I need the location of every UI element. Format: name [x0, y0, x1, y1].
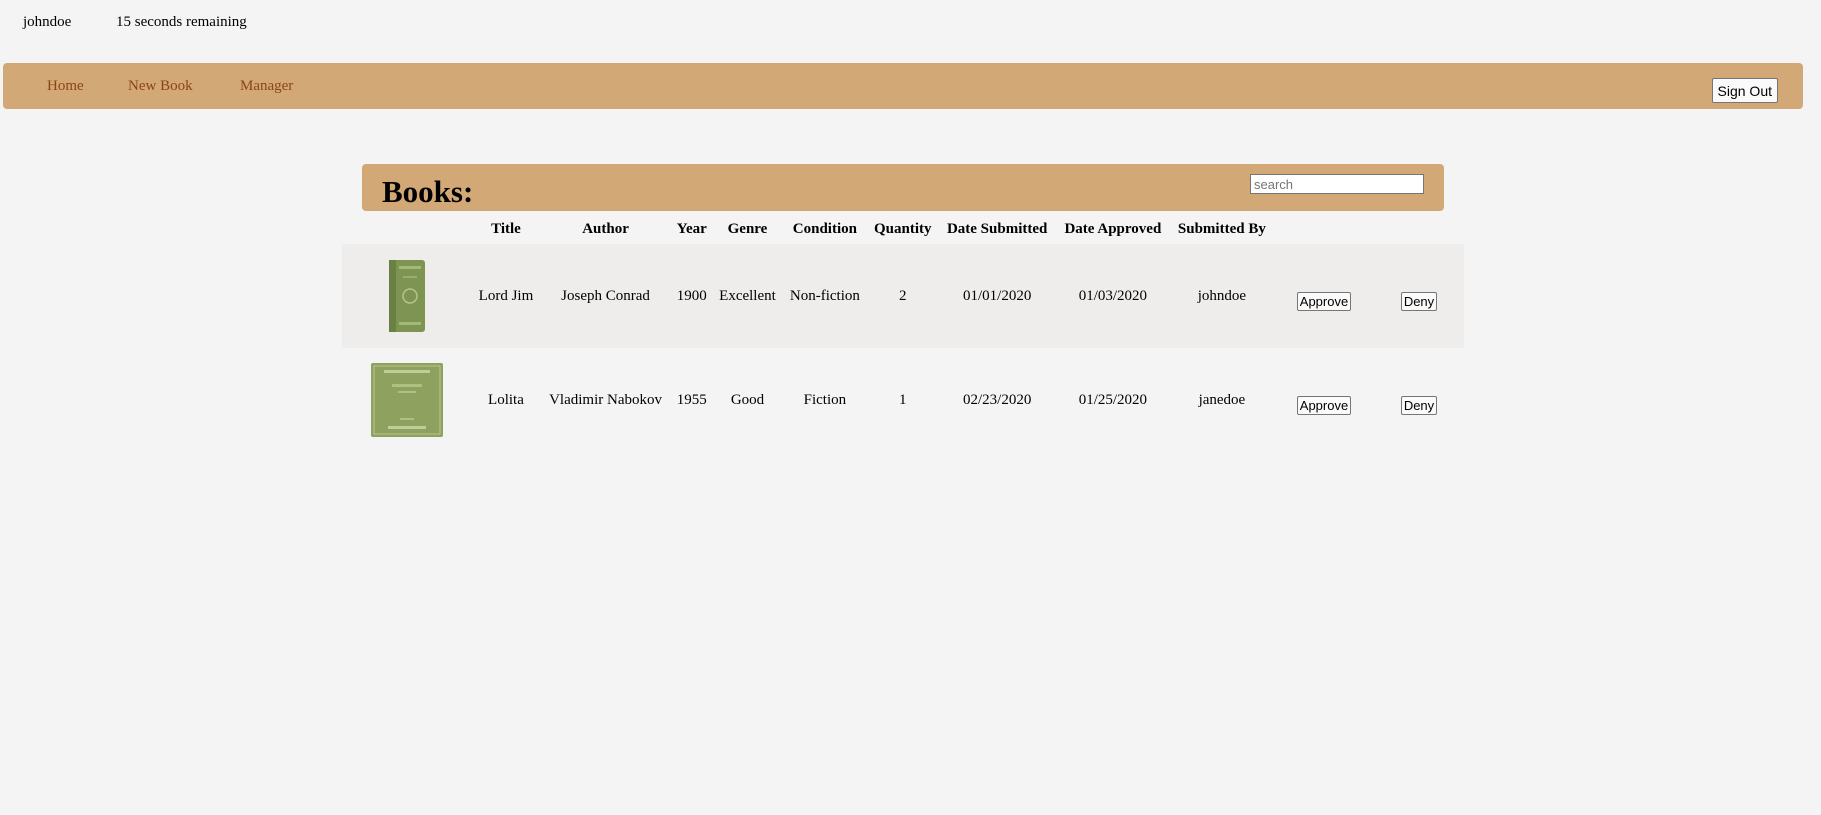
column-header-author: Author — [582, 220, 629, 237]
book-year: 1900 — [676, 287, 707, 304]
search-input[interactable] — [1250, 174, 1424, 194]
book-condition: Non-fiction — [789, 287, 860, 304]
approve-cell: Approve — [1274, 348, 1374, 452]
table-row: Lolita Vladimir Nabokov 1955 Good Fictio… — [342, 348, 1464, 452]
book-date-approved: 01/03/2020 — [1078, 287, 1148, 304]
column-header-quantity: Quantity — [874, 220, 932, 237]
book-author: Joseph Conrad — [561, 287, 650, 304]
approve-button[interactable]: Approve — [1296, 395, 1352, 415]
nav-home-link[interactable]: Home — [47, 78, 84, 95]
column-header-cover — [342, 214, 472, 244]
book-quantity: 2 — [899, 287, 907, 304]
book-title: Lolita — [488, 391, 524, 408]
column-header-condition: Condition — [792, 220, 857, 237]
table-header-row: Title Author Year Genre Condition Quanti… — [342, 214, 1464, 244]
column-header-year: Year — [676, 220, 707, 237]
book-cover-cell — [342, 244, 472, 348]
current-username: johndoe — [23, 14, 72, 30]
books-panel-header: Books: — [362, 164, 1444, 211]
nav-new-book-link[interactable]: New Book — [128, 78, 193, 95]
book-submitted-by: johndoe — [1197, 287, 1247, 304]
approve-button[interactable]: Approve — [1296, 291, 1352, 311]
approve-cell: Approve — [1274, 244, 1374, 348]
column-header-genre: Genre — [727, 220, 768, 237]
column-header-approve — [1274, 214, 1374, 244]
column-header-date-approved: Date Approved — [1064, 220, 1162, 237]
book-year: 1955 — [676, 391, 707, 408]
column-header-deny — [1374, 214, 1464, 244]
book-cover-image — [371, 363, 443, 437]
deny-button[interactable]: Deny — [1400, 291, 1438, 311]
column-header-title: Title — [491, 220, 521, 237]
book-title: Lord Jim — [478, 287, 534, 304]
books-title: Books: — [382, 174, 474, 209]
book-submitted-by: janedoe — [1198, 391, 1246, 408]
books-table: Title Author Year Genre Condition Quanti… — [342, 214, 1464, 452]
column-header-submitted-by: Submitted By — [1177, 220, 1266, 237]
sign-out-button[interactable]: Sign Out — [1711, 78, 1778, 103]
book-cover-cell — [342, 348, 472, 452]
nav-manager-link[interactable]: Manager — [240, 78, 293, 95]
book-date-submitted: 01/01/2020 — [962, 287, 1032, 304]
session-timer: 15 seconds remaining — [116, 14, 247, 30]
deny-cell: Deny — [1374, 244, 1464, 348]
deny-button[interactable]: Deny — [1400, 395, 1438, 415]
table-row: Lord Jim Joseph Conrad 1900 Excellent No… — [342, 244, 1464, 348]
top-status-bar: johndoe 15 seconds remaining — [0, 0, 1821, 46]
book-cover-image — [389, 260, 425, 332]
column-header-date-submitted: Date Submitted — [946, 220, 1048, 237]
book-condition: Fiction — [803, 391, 847, 408]
book-author: Vladimir Nabokov — [549, 391, 662, 408]
deny-cell: Deny — [1374, 348, 1464, 452]
book-genre: Good — [730, 391, 765, 408]
book-genre: Excellent — [719, 287, 776, 304]
book-quantity: 1 — [899, 391, 907, 408]
book-date-approved: 01/25/2020 — [1078, 391, 1148, 408]
main-navbar: Home New Book Manager Sign Out — [3, 63, 1803, 109]
book-date-submitted: 02/23/2020 — [962, 391, 1032, 408]
